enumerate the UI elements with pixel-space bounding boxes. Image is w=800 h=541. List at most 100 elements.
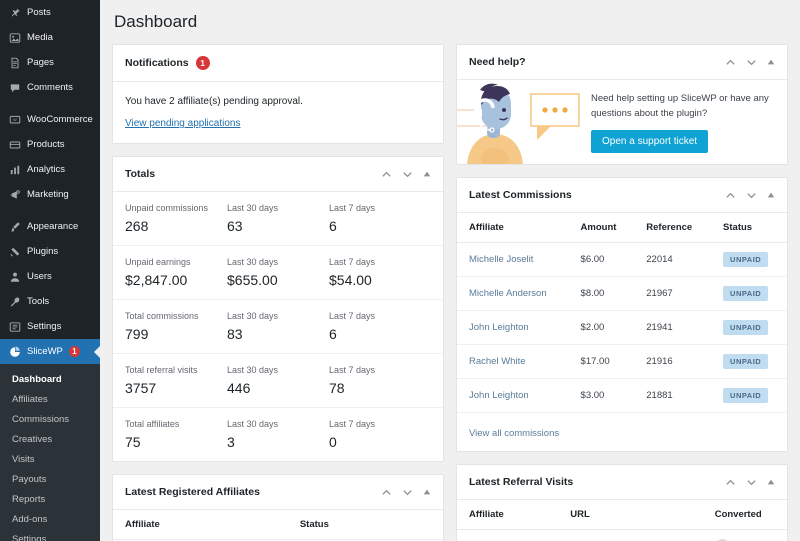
move-down-icon[interactable] (746, 190, 757, 201)
status-badge: UNPAID (723, 354, 768, 369)
need-help-copy: Need help setting up SliceWP or have any… (587, 81, 787, 163)
toggle-panel-icon[interactable] (767, 191, 775, 199)
totals-cell-30d: Last 30 days 446 (227, 363, 329, 398)
table-row: John Leighton $2.00 21941 UNPAID (457, 311, 787, 345)
sidebar-item-tools[interactable]: Tools (0, 289, 100, 314)
sidebar-item-slicewp[interactable]: SliceWP 1 (0, 339, 100, 364)
toggle-panel-icon[interactable] (767, 478, 775, 486)
pin-icon (8, 6, 21, 19)
sidebar-item-pages[interactable]: Pages (0, 50, 100, 75)
sidebar-item-products[interactable]: Products (0, 132, 100, 157)
toggle-panel-icon[interactable] (423, 488, 431, 496)
affiliate-link[interactable]: John Leighton (469, 322, 529, 333)
submenu-item-settings[interactable]: Settings (0, 529, 100, 541)
view-all-commissions-link[interactable]: View all commissions (469, 428, 559, 439)
submenu-item-dashboard[interactable]: Dashboard (0, 369, 100, 389)
admin-screen: PostsMedia Pages Comments WWooCommerceProdu… (0, 0, 800, 541)
notifications-body: You have 2 affiliate(s) pending approval… (113, 82, 443, 143)
status-badge: UNPAID (723, 388, 768, 403)
latest-visits-controls (725, 477, 775, 488)
submenu-item-visits[interactable]: Visits (0, 449, 100, 469)
sidebar-item-comments[interactable]: Comments (0, 75, 100, 100)
cell-status: UNPAID (711, 277, 787, 311)
cell-amount: $17.00 (569, 345, 635, 379)
cell-status: UNPAID (711, 311, 787, 345)
pie-chart-icon (8, 345, 21, 358)
latest-affiliates-title: Latest Registered Affiliates (125, 486, 260, 498)
totals-label-30d: Last 30 days (227, 309, 329, 323)
totals-value: 75 (125, 432, 227, 452)
support-agent-illustration (457, 80, 587, 164)
totals-value: 799 (125, 324, 227, 344)
notifications-title: Notifications (125, 57, 189, 69)
submenu-item-commissions[interactable]: Commissions (0, 409, 100, 429)
need-help-body: Need help setting up SliceWP or have any… (457, 80, 787, 164)
toggle-panel-icon[interactable] (767, 58, 775, 66)
move-down-icon[interactable] (402, 487, 413, 498)
totals-label: Unpaid commissions (125, 201, 227, 215)
totals-label-7d: Last 7 days (329, 309, 431, 323)
move-up-icon[interactable] (381, 487, 392, 498)
cell-reference: 22014 (634, 243, 711, 277)
move-up-icon[interactable] (725, 477, 736, 488)
cell-affiliate: Michelle Biggs (457, 530, 558, 541)
toggle-panel-icon[interactable] (423, 170, 431, 178)
latest-affiliates-panel: Latest Registered Affiliates Affiliate S… (112, 474, 444, 541)
sidebar-item-analytics[interactable]: Analytics (0, 157, 100, 182)
totals-label-30d: Last 30 days (227, 201, 329, 215)
svg-text:W: W (13, 118, 17, 122)
view-pending-applications-link[interactable]: View pending applications (125, 118, 240, 129)
column-affiliate: Affiliate (457, 213, 569, 243)
sidebar-item-label: Pages (27, 56, 54, 70)
submenu-item-payouts[interactable]: Payouts (0, 469, 100, 489)
comment-icon (8, 81, 21, 94)
totals-header: Totals (113, 157, 443, 192)
latest-visits-table: Affiliate URL Converted Michelle Biggs h… (457, 500, 787, 541)
move-up-icon[interactable] (381, 169, 392, 180)
totals-cell-7d: Last 7 days 6 (329, 201, 431, 236)
totals-row: Total affiliates 75 Last 30 days 3 Last … (113, 408, 443, 461)
submenu-item-reports[interactable]: Reports (0, 489, 100, 509)
sidebar-item-appearance[interactable]: Appearance (0, 214, 100, 239)
open-support-ticket-button[interactable]: Open a support ticket (591, 130, 708, 153)
sidebar-item-settings[interactable]: Settings (0, 314, 100, 339)
left-column: Notifications 1 You have 2 affiliate(s) … (112, 44, 444, 541)
need-help-title: Need help? (469, 56, 526, 68)
totals-cell-7d: Last 7 days 0 (329, 417, 431, 452)
affiliate-link[interactable]: Rachel White (469, 356, 526, 367)
latest-visits-title: Latest Referral Visits (469, 476, 573, 488)
latest-visits-header: Latest Referral Visits (457, 465, 787, 500)
move-up-icon[interactable] (725, 57, 736, 68)
totals-row: Unpaid earnings $2,847.00 Last 30 days $… (113, 246, 443, 300)
sidebar-item-woocommerce[interactable]: WWooCommerce (0, 107, 100, 132)
sidebar-item-marketing[interactable]: Marketing (0, 182, 100, 207)
totals-label-30d: Last 30 days (227, 363, 329, 377)
sidebar-item-users[interactable]: Users (0, 264, 100, 289)
submenu-item-affiliates[interactable]: Affiliates (0, 389, 100, 409)
sidebar-item-posts[interactable]: Posts (0, 0, 100, 25)
affiliate-link[interactable]: John Leighton (469, 390, 529, 401)
sidebar-item-label: Settings (27, 320, 61, 334)
submenu-item-creatives[interactable]: Creatives (0, 429, 100, 449)
woocommerce-icon: W (8, 113, 21, 126)
totals-value-30d: $655.00 (227, 270, 329, 290)
move-down-icon[interactable] (746, 57, 757, 68)
sidebar-item-label: Analytics (27, 163, 65, 177)
totals-label: Total referral visits (125, 363, 227, 377)
column-amount: Amount (569, 213, 635, 243)
wrench-icon (8, 295, 21, 308)
affiliate-link[interactable]: Michelle Anderson (469, 288, 547, 299)
products-icon (8, 138, 21, 151)
totals-cell-30d: Last 30 days 63 (227, 201, 329, 236)
move-down-icon[interactable] (746, 477, 757, 488)
main-content: Dashboard Notifications 1 You have 2 aff… (100, 0, 800, 541)
settings-icon (8, 320, 21, 333)
totals-label: Total commissions (125, 309, 227, 323)
move-up-icon[interactable] (725, 190, 736, 201)
move-down-icon[interactable] (402, 169, 413, 180)
sidebar-item-plugins[interactable]: Plugins (0, 239, 100, 264)
affiliate-link[interactable]: Michelle Joselit (469, 254, 533, 265)
cell-affiliate: Michelle Anderson (457, 277, 569, 311)
sidebar-item-media[interactable]: Media (0, 25, 100, 50)
submenu-item-addons[interactable]: Add-ons (0, 509, 100, 529)
